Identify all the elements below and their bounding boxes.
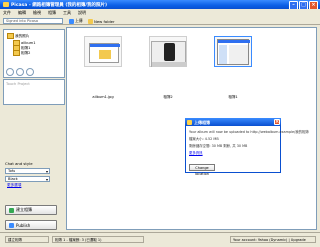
info-icon[interactable] <box>16 68 24 76</box>
create-album-label: 建立相簿 <box>16 207 32 212</box>
status-text: 相簿 1 - 檔案數: 3 (已選取 1) <box>52 236 144 243</box>
menu-bar: 文件 編輯 檢視 相簿 工具 說明 <box>0 9 320 16</box>
publish-button[interactable]: Publish <box>5 220 57 230</box>
photo-caption: 相簿2 <box>163 95 173 99</box>
address-field[interactable]: Signed into Picasa <box>3 18 63 24</box>
new-folder-label: New folder <box>94 18 115 24</box>
menu-view[interactable]: 檢視 <box>33 10 41 16</box>
menu-tools[interactable]: 工具 <box>63 10 71 16</box>
search-icon[interactable] <box>6 68 14 76</box>
photo-thumbnail[interactable] <box>84 36 122 67</box>
publish-icon <box>9 222 14 228</box>
photo-caption: ailbum1.jpg <box>92 95 114 99</box>
create-album-button[interactable]: 建立相簿 <box>5 205 57 215</box>
app-icon <box>3 2 9 7</box>
font-select[interactable]: Tofu <box>5 168 50 174</box>
tree-root-label: 我的照片 <box>15 33 30 38</box>
style-heading: Chat and style <box>5 161 33 166</box>
change-location-button[interactable]: Change location <box>189 164 215 176</box>
status-create-button[interactable]: 建立相簿 <box>5 236 49 243</box>
folder-icon <box>7 33 14 39</box>
upload-dialog-line: Your album will now be uploaded to http:… <box>189 130 309 134</box>
upload-icon <box>69 18 74 24</box>
upload-label: 上傳 <box>75 18 83 23</box>
tree-tools <box>6 68 34 76</box>
photo-caption: 相簿1 <box>228 95 238 99</box>
tree-root[interactable]: 我的照片 <box>7 33 29 39</box>
window-title-bar: Picasa - 網路相簿管理員 (我的相簿/我的照片) – □ × <box>0 0 320 10</box>
settings-icon[interactable] <box>26 68 34 76</box>
upload-dialog-title: 上傳相簿 <box>194 119 210 125</box>
upload-dialog-more-link[interactable]: 更多資訊 <box>189 150 203 155</box>
more-options-link[interactable]: 更多選項 <box>7 183 21 188</box>
folder-icon <box>88 18 93 24</box>
upload-dialog-storage: 剩餘儲存空間: 30 MB 剩餘, 共 30 MB <box>189 144 248 148</box>
tree-item-album3[interactable]: 相簿2 <box>13 50 30 56</box>
info-box[interactable]: Touch Project <box>3 79 65 105</box>
menu-album[interactable]: 相簿 <box>48 10 56 16</box>
screenshot-image <box>217 39 250 65</box>
upload-dialog-icon <box>187 119 192 125</box>
media-player-image <box>151 41 187 67</box>
window-title: Picasa - 網路相簿管理員 (我的相簿/我的照片) <box>11 3 108 8</box>
menu-edit[interactable]: 編輯 <box>18 10 26 16</box>
photo-thumbnail[interactable] <box>149 36 187 67</box>
upload-dialog-size: 檔案大小: 4.52 MB <box>189 137 219 141</box>
menu-help[interactable]: 說明 <box>78 10 86 16</box>
account-status: Your account: Yahoo (Dynamic) | Upgrade <box>230 236 316 243</box>
upload-button[interactable]: 上傳 <box>69 18 83 24</box>
create-icon <box>9 207 14 213</box>
photo-thumbnail-selected[interactable] <box>214 36 252 67</box>
close-icon[interactable]: × <box>274 119 280 125</box>
color-select[interactable]: Black <box>5 176 50 182</box>
folder-icon <box>13 50 20 56</box>
publish-label: Publish <box>16 222 31 228</box>
menu-file[interactable]: 文件 <box>3 10 11 16</box>
explorer-window-image <box>89 43 120 63</box>
tree-item-label: 相簿2 <box>21 50 31 55</box>
new-folder-button[interactable]: New folder <box>88 18 115 24</box>
upload-dialog-title-bar: 上傳相簿 × <box>185 118 281 126</box>
